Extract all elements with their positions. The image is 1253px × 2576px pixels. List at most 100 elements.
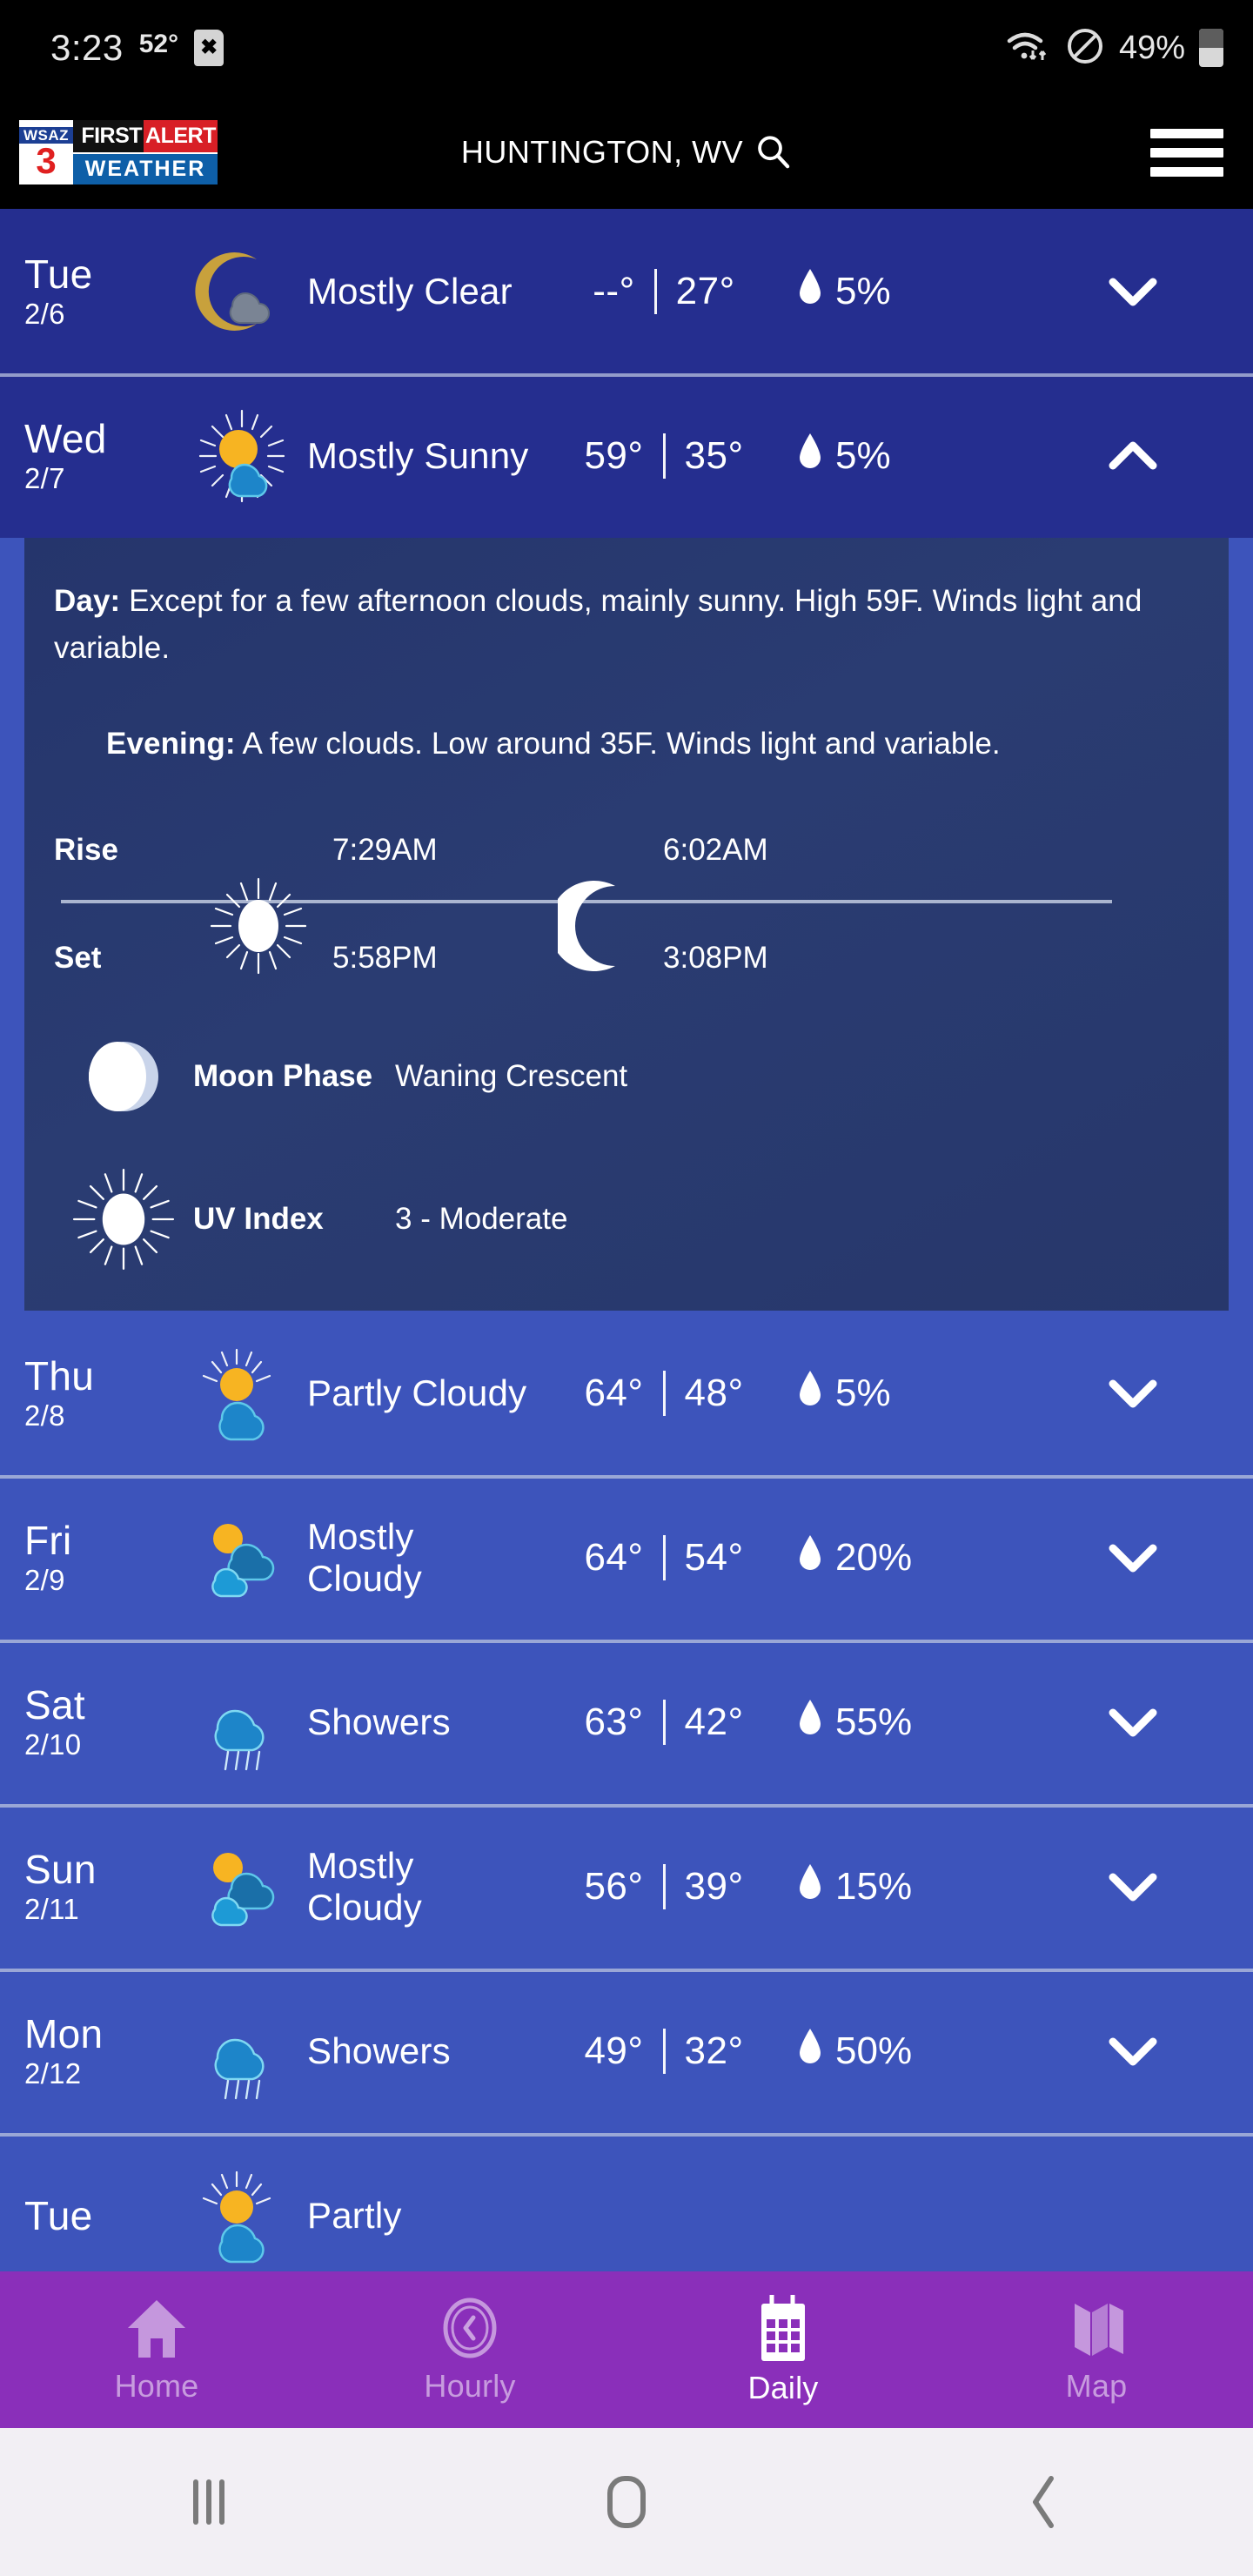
logo-station-box: WSAZ 3: [19, 120, 73, 184]
forecast-low: 48°: [684, 1371, 744, 1414]
water-drop-icon: [799, 268, 821, 314]
chevron-down-icon[interactable]: [1012, 2034, 1253, 2069]
forecast-row[interactable]: Sat 2/10 Showers 63° 42° 55%: [0, 1640, 1253, 1804]
do-not-disturb-icon: [1065, 26, 1105, 70]
forecast-row[interactable]: Thu 2/8 Partly Cloudy 64° 48° 5%: [0, 1311, 1253, 1475]
status-bar: 3:23 52° ✖ 49%: [0, 0, 1253, 96]
water-drop-icon: [799, 1534, 821, 1580]
water-drop-icon: [799, 1863, 821, 1909]
temp-separator: [662, 433, 666, 479]
forecast-temperatures: --° 27°: [529, 268, 799, 314]
forecast-date: Tue: [24, 2193, 177, 2238]
temp-separator: [662, 2028, 666, 2074]
moonrise-time: 6:02AM: [663, 833, 768, 867]
forecast-low: 32°: [684, 2029, 744, 2072]
tab-daily[interactable]: Daily: [626, 2293, 940, 2406]
forecast-temperatures: 56° 39°: [529, 1863, 799, 1909]
tab-map[interactable]: Map: [940, 2295, 1253, 2405]
forecast-high: 64°: [584, 1535, 644, 1579]
forecast-condition: Mostly Clear: [307, 270, 513, 312]
forecast-row[interactable]: Wed 2/7 Mostly Sunny 59° 35° 5%: [0, 373, 1253, 538]
chevron-down-icon[interactable]: [1012, 1376, 1253, 1411]
day-forecast-text: Day: Except for a few afternoon clouds, …: [54, 578, 1199, 672]
water-drop-icon: [799, 1370, 821, 1416]
clock-icon: [438, 2295, 502, 2363]
sun-icon: [184, 877, 332, 975]
hamburger-menu-icon[interactable]: [1150, 128, 1223, 177]
forecast-high: 64°: [584, 1371, 644, 1414]
chevron-down-icon[interactable]: [1012, 1869, 1253, 1904]
forecast-precipitation: 5%: [799, 433, 1012, 479]
forecast-date-value: 2/11: [24, 1892, 79, 1925]
temp-separator: [662, 1699, 666, 1745]
battery-percent: 49%: [1118, 29, 1185, 66]
sim-card-x-icon: ✖: [194, 30, 224, 66]
forecast-low: 54°: [684, 1535, 744, 1579]
forecast-temperatures: 64° 54°: [529, 1534, 799, 1580]
sun-cloud-icon: [177, 407, 307, 505]
chevron-down-icon[interactable]: [1012, 1705, 1253, 1740]
back-icon[interactable]: [914, 2428, 1175, 2576]
map-icon: [1064, 2295, 1129, 2363]
forecast-date-value: 2/12: [24, 2056, 82, 2090]
logo-weather-text: WEATHER: [73, 152, 218, 184]
tab-map-label: Map: [1065, 2368, 1128, 2404]
forecast-row[interactable]: Tue 2/6 Mostly Clear --° 27° 5%: [0, 209, 1253, 373]
chevron-up-icon[interactable]: [1012, 439, 1253, 473]
calendar-icon: [751, 2293, 815, 2365]
forecast-precipitation: 55%: [799, 1699, 1012, 1745]
daily-forecast-list[interactable]: Tue 2/6 Mostly Clear --° 27° 5% Wed 2/7 …: [0, 209, 1253, 2298]
forecast-day-of-week: Mon: [24, 2010, 104, 2056]
home-button-icon[interactable]: [496, 2428, 757, 2576]
forecast-row[interactable]: Mon 2/12 Showers 49° 32° 50%: [0, 1969, 1253, 2133]
forecast-day-of-week: Fri: [24, 1517, 72, 1563]
forecast-temperatures: 64° 48°: [529, 1370, 799, 1416]
temp-separator: [662, 1370, 666, 1416]
forecast-pop-value: 5%: [835, 1371, 891, 1414]
tab-hourly[interactable]: Hourly: [313, 2295, 626, 2405]
day-text: Except for a few afternoon clouds, mainl…: [54, 584, 1142, 665]
forecast-high: 63°: [584, 1700, 644, 1743]
android-system-nav[interactable]: [0, 2428, 1253, 2576]
status-bar-left: 3:23 52° ✖: [50, 27, 224, 69]
moonset-time: 3:08PM: [663, 941, 768, 975]
location-selector[interactable]: HUNTINGTON, WV: [461, 134, 792, 171]
evening-label: Evening:: [106, 727, 236, 761]
status-bar-right: 49%: [1004, 26, 1223, 70]
recents-icon[interactable]: [78, 2428, 339, 2576]
forecast-pop-value: 50%: [835, 2029, 913, 2072]
moon-cloud-icon: [177, 244, 307, 339]
status-clock: 3:23: [50, 27, 124, 68]
bottom-tab-bar[interactable]: Home Hourly Daily Map: [0, 2271, 1253, 2428]
search-icon[interactable]: [755, 134, 792, 171]
chevron-down-icon[interactable]: [1012, 1540, 1253, 1575]
tab-hourly-label: Hourly: [424, 2368, 516, 2404]
forecast-date-value: 2/8: [24, 1399, 65, 1432]
chevron-down-icon[interactable]: [1012, 274, 1253, 309]
moon-phase-label: Moon Phase: [193, 1059, 373, 1093]
moon-phase-row: Moon Phase Waning Crescent: [54, 1039, 1199, 1114]
wifi-icon: [1004, 27, 1051, 70]
temp-separator: [662, 1534, 666, 1580]
tab-home[interactable]: Home: [0, 2295, 313, 2405]
forecast-high: 49°: [584, 2029, 644, 2072]
forecast-temperatures: 63° 42°: [529, 1699, 799, 1745]
sun-behind-cloud-icon: [177, 1345, 307, 1442]
moon-phase-icon: [54, 1039, 193, 1114]
forecast-date: Fri 2/9: [24, 1518, 177, 1598]
logo-channel-number: 3: [36, 139, 57, 181]
status-temperature: 52°: [138, 30, 179, 58]
forecast-low: 39°: [684, 1864, 744, 1908]
forecast-row[interactable]: Fri 2/9 Mostly Cloudy 64° 54° 20%: [0, 1475, 1253, 1640]
water-drop-icon: [799, 433, 821, 479]
forecast-date: Wed 2/7: [24, 416, 177, 496]
forecast-precipitation: 5%: [799, 1370, 1012, 1416]
forecast-date: Sun 2/11: [24, 1847, 177, 1927]
forecast-row[interactable]: Sun 2/11 Mostly Cloudy 56° 39° 15%: [0, 1804, 1253, 1969]
forecast-day-of-week: Sun: [24, 1846, 97, 1892]
forecast-day-of-week: Wed: [24, 415, 107, 461]
water-drop-icon: [799, 2028, 821, 2074]
logo-wordmark: FIRST ALERT WEATHER: [73, 120, 218, 184]
wsaz-first-alert-weather-logo[interactable]: WSAZ 3 FIRST ALERT WEATHER: [19, 120, 218, 184]
forecast-condition: Mostly Cloudy: [307, 1515, 422, 1599]
